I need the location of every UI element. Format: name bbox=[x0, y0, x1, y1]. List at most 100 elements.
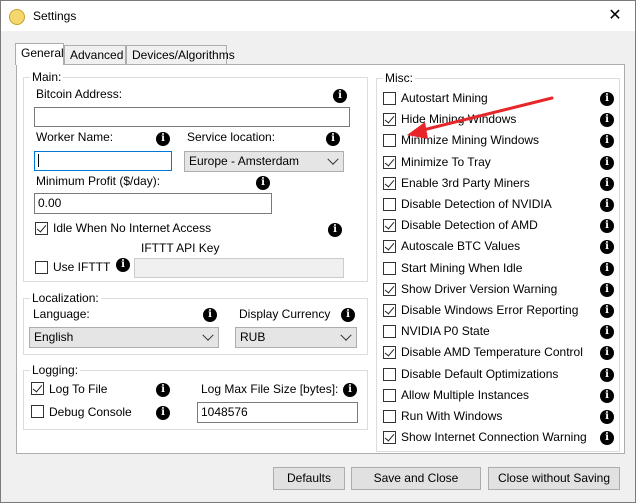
misc-option-info-icon[interactable]: i bbox=[600, 198, 614, 212]
misc-option-info-icon[interactable]: i bbox=[600, 431, 614, 445]
language-info-icon[interactable]: i bbox=[203, 308, 217, 322]
log-max-size-info-icon[interactable]: i bbox=[343, 383, 357, 397]
misc-checkbox-16[interactable] bbox=[383, 410, 396, 423]
misc-checkbox-8[interactable] bbox=[383, 240, 396, 253]
settings-window: Settings ✕ General Advanced Devices/Algo… bbox=[0, 0, 636, 503]
misc-checkbox-9[interactable] bbox=[383, 262, 396, 275]
use-ifttt-checkbox[interactable] bbox=[35, 261, 48, 274]
misc-checkbox-5[interactable] bbox=[383, 177, 396, 190]
misc-checkbox-12[interactable] bbox=[383, 325, 396, 338]
misc-option-info-icon[interactable]: i bbox=[600, 262, 614, 276]
misc-option-label: Autostart Mining bbox=[401, 91, 488, 105]
log-to-file-checkbox[interactable] bbox=[31, 382, 44, 395]
display-currency-info-icon[interactable]: i bbox=[341, 308, 355, 322]
chevron-down-icon bbox=[327, 153, 339, 165]
app-icon bbox=[9, 9, 25, 25]
misc-option-label: Hide Mining Windows bbox=[401, 112, 517, 126]
misc-checkbox-1[interactable] bbox=[383, 92, 396, 105]
misc-checkbox-6[interactable] bbox=[383, 198, 396, 211]
language-select[interactable]: English bbox=[29, 327, 219, 348]
misc-option-label: NVIDIA P0 State bbox=[401, 324, 490, 338]
text-cursor bbox=[38, 154, 39, 167]
display-currency-value: RUB bbox=[240, 330, 266, 344]
close-window-button[interactable]: ✕ bbox=[599, 3, 631, 29]
misc-option-info-icon[interactable]: i bbox=[600, 113, 614, 127]
tab-general[interactable]: General bbox=[15, 43, 64, 65]
min-profit-label: Minimum Profit ($/day): bbox=[36, 174, 161, 188]
misc-option-info-icon[interactable]: i bbox=[600, 325, 614, 339]
misc-option-label: Minimize Mining Windows bbox=[401, 133, 540, 147]
log-to-file-label: Log To File bbox=[49, 382, 108, 396]
misc-checkbox-3[interactable] bbox=[383, 134, 396, 147]
service-location-select[interactable]: Europe - Amsterdam bbox=[184, 151, 344, 172]
misc-option-info-icon[interactable]: i bbox=[600, 156, 614, 170]
misc-option-label: Disable Default Optimizations bbox=[401, 367, 559, 381]
language-label: Language: bbox=[33, 307, 90, 321]
misc-option-info-icon[interactable]: i bbox=[600, 134, 614, 148]
misc-option-info-icon[interactable]: i bbox=[600, 92, 614, 106]
misc-option-label: Autoscale BTC Values bbox=[401, 239, 521, 253]
misc-option-info-icon[interactable]: i bbox=[600, 219, 614, 233]
log-max-size-label: Log Max File Size [bytes]: bbox=[201, 382, 339, 396]
use-ifttt-info-icon[interactable]: i bbox=[116, 258, 130, 272]
misc-option-label: Enable 3rd Party Miners bbox=[401, 176, 530, 190]
misc-group-legend: Misc: bbox=[383, 71, 415, 85]
display-currency-label: Display Currency bbox=[239, 307, 331, 321]
debug-console-info-icon[interactable]: i bbox=[156, 406, 170, 420]
service-location-info-icon[interactable]: i bbox=[326, 132, 340, 146]
idle-no-internet-info-icon[interactable]: i bbox=[328, 223, 342, 237]
close-without-saving-button[interactable]: Close without Saving bbox=[488, 467, 620, 490]
misc-option-info-icon[interactable]: i bbox=[600, 368, 614, 382]
log-to-file-info-icon[interactable]: i bbox=[156, 383, 170, 397]
title-bar: Settings ✕ bbox=[1, 1, 635, 31]
misc-checkbox-10[interactable] bbox=[383, 283, 396, 296]
display-currency-select[interactable]: RUB bbox=[235, 327, 357, 348]
misc-checkbox-11[interactable] bbox=[383, 304, 396, 317]
misc-option-label: Minimize To Tray bbox=[401, 155, 491, 169]
misc-option-label: Show Internet Connection Warning bbox=[401, 430, 587, 444]
service-location-label: Service location: bbox=[187, 130, 276, 144]
main-group-legend: Main: bbox=[30, 70, 64, 84]
ifttt-api-key-input[interactable] bbox=[134, 258, 344, 278]
misc-option-info-icon[interactable]: i bbox=[600, 240, 614, 254]
min-profit-input[interactable]: 0.00 bbox=[34, 193, 272, 214]
misc-checkbox-13[interactable] bbox=[383, 346, 396, 359]
misc-checkbox-7[interactable] bbox=[383, 219, 396, 232]
misc-option-info-icon[interactable]: i bbox=[600, 410, 614, 424]
misc-option-label: Disable Windows Error Reporting bbox=[401, 303, 579, 317]
misc-checkbox-14[interactable] bbox=[383, 368, 396, 381]
bitcoin-address-info-icon[interactable]: i bbox=[333, 89, 347, 103]
bitcoin-address-label: Bitcoin Address: bbox=[36, 87, 123, 101]
misc-checkbox-4[interactable] bbox=[383, 156, 396, 169]
misc-option-info-icon[interactable]: i bbox=[600, 304, 614, 318]
service-location-value: Europe - Amsterdam bbox=[189, 154, 300, 168]
tab-advanced[interactable]: Advanced bbox=[64, 45, 126, 64]
chevron-down-icon bbox=[202, 329, 214, 341]
misc-option-info-icon[interactable]: i bbox=[600, 283, 614, 297]
misc-option-label: Disable Detection of NVIDIA bbox=[401, 197, 552, 211]
idle-no-internet-checkbox[interactable] bbox=[35, 222, 48, 235]
misc-option-label: Run With Windows bbox=[401, 409, 503, 423]
worker-name-info-icon[interactable]: i bbox=[156, 132, 170, 146]
misc-option-info-icon[interactable]: i bbox=[600, 389, 614, 403]
idle-no-internet-label: Idle When No Internet Access bbox=[53, 221, 212, 235]
window-title: Settings bbox=[33, 9, 77, 23]
worker-name-input[interactable] bbox=[34, 151, 172, 171]
log-max-size-input[interactable]: 1048576 bbox=[197, 402, 358, 423]
save-and-close-button[interactable]: Save and Close bbox=[351, 467, 481, 490]
misc-checkbox-2[interactable] bbox=[383, 113, 396, 126]
misc-option-label: Disable Detection of AMD bbox=[401, 218, 538, 232]
misc-option-info-icon[interactable]: i bbox=[600, 346, 614, 360]
language-value: English bbox=[34, 330, 74, 344]
misc-checkbox-17[interactable] bbox=[383, 431, 396, 444]
logging-group-legend: Logging: bbox=[30, 363, 81, 377]
debug-console-checkbox[interactable] bbox=[31, 405, 44, 418]
misc-option-label: Show Driver Version Warning bbox=[401, 282, 558, 296]
misc-checkbox-15[interactable] bbox=[383, 389, 396, 402]
misc-option-info-icon[interactable]: i bbox=[600, 177, 614, 191]
defaults-button[interactable]: Defaults bbox=[273, 467, 345, 490]
tab-devices-algorithms[interactable]: Devices/Algorithms bbox=[126, 45, 235, 64]
bitcoin-address-input[interactable] bbox=[34, 107, 350, 127]
misc-option-label: Allow Multiple Instances bbox=[401, 388, 530, 402]
min-profit-info-icon[interactable]: i bbox=[256, 176, 270, 190]
